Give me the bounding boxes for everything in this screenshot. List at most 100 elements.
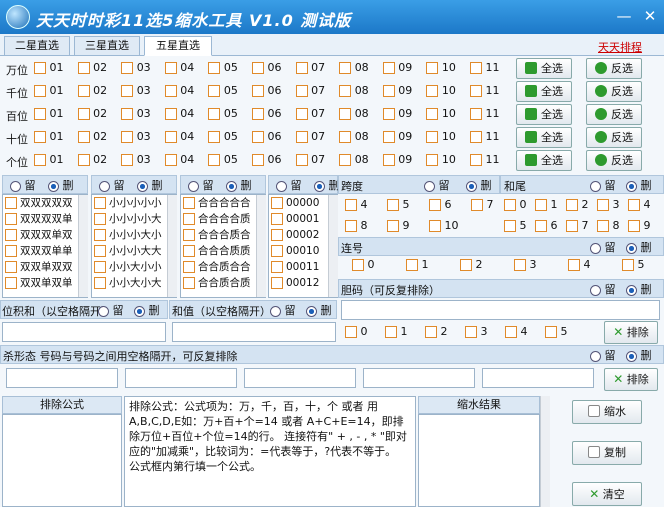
number-checkbox[interactable]: 07	[295, 84, 325, 97]
list-item[interactable]: 双双双单单	[3, 243, 87, 259]
number-checkbox[interactable]: 10	[426, 84, 456, 97]
number-checkbox[interactable]: 06	[252, 130, 282, 143]
list-item[interactable]: 00001	[269, 211, 337, 227]
consec-checkbox[interactable]: 4	[568, 258, 591, 271]
number-checkbox[interactable]: 04	[164, 130, 194, 143]
kill-delete-radio[interactable]: 删	[626, 347, 652, 363]
list-delete-radio[interactable]: 删	[314, 177, 340, 193]
kill-exclude-button[interactable]: ✕ 排除	[604, 368, 658, 391]
span-checkbox[interactable]: 7	[471, 198, 494, 211]
list-item[interactable]: 双双双单双	[3, 227, 87, 243]
consec-checkbox[interactable]: 1	[406, 258, 429, 271]
list-item[interactable]: 小小大小小	[92, 259, 176, 275]
pattern-list[interactable]: 合合合合合 合合合合质 合合合质合 合合合质质 合合质合合 合合质合质	[180, 194, 266, 298]
courage-checkbox[interactable]: 1	[385, 325, 408, 338]
kill-form-input[interactable]	[363, 368, 475, 388]
list-keep-radio[interactable]: 留	[188, 177, 214, 193]
number-checkbox[interactable]: 03	[121, 107, 151, 120]
invert-button[interactable]: 反选	[586, 127, 642, 148]
number-checkbox[interactable]: 09	[382, 130, 412, 143]
number-checkbox[interactable]: 10	[426, 153, 456, 166]
number-checkbox[interactable]: 05	[208, 130, 238, 143]
number-checkbox[interactable]: 02	[77, 107, 107, 120]
list-item[interactable]: 双双单双双	[3, 259, 87, 275]
list-item[interactable]: 双双单双单	[3, 275, 87, 291]
kill-form-input[interactable]	[244, 368, 356, 388]
number-checkbox[interactable]: 09	[382, 153, 412, 166]
list-scrollbar[interactable]	[78, 195, 88, 297]
list-item[interactable]: 00000	[269, 195, 337, 211]
sum-tail-delete-radio[interactable]: 删	[626, 177, 652, 193]
list-item[interactable]: 00010	[269, 243, 337, 259]
number-checkbox[interactable]: 07	[295, 61, 325, 74]
number-checkbox[interactable]: 05	[208, 153, 238, 166]
number-checkbox[interactable]: 03	[121, 84, 151, 97]
invert-button[interactable]: 反选	[586, 58, 642, 79]
list-delete-radio[interactable]: 删	[48, 177, 74, 193]
list-scrollbar[interactable]	[167, 195, 177, 297]
number-checkbox[interactable]: 05	[208, 61, 238, 74]
minimize-button[interactable]: —	[612, 6, 636, 26]
number-checkbox[interactable]: 05	[208, 107, 238, 120]
sumval-keep-radio[interactable]: 留	[270, 302, 296, 318]
number-checkbox[interactable]: 11	[470, 61, 500, 74]
invert-button[interactable]: 反选	[586, 150, 642, 171]
list-item[interactable]: 合合合合质	[181, 211, 265, 227]
number-checkbox[interactable]: 10	[426, 107, 456, 120]
courage-checkbox[interactable]: 2	[425, 325, 448, 338]
kill-form-input[interactable]	[125, 368, 237, 388]
pattern-list[interactable]: 小小小小小 小小小小大 小小小大小 小小小大大 小小大小小 小小大小大	[91, 194, 177, 298]
number-checkbox[interactable]: 06	[252, 61, 282, 74]
number-checkbox[interactable]: 08	[339, 61, 369, 74]
sum-tail-keep-radio[interactable]: 留	[590, 177, 616, 193]
tab-two-star[interactable]: 二星直选	[4, 36, 70, 56]
formula-input[interactable]	[2, 414, 122, 507]
list-item[interactable]: 合合质合质	[181, 275, 265, 291]
courage-keep-radio[interactable]: 留	[590, 281, 616, 297]
sum-tail-checkbox[interactable]: 7	[566, 219, 589, 232]
clear-button[interactable]: ✕ 清空	[572, 482, 642, 506]
consec-checkbox[interactable]: 3	[514, 258, 537, 271]
list-item[interactable]: 小小小小小	[92, 195, 176, 211]
number-checkbox[interactable]: 10	[426, 130, 456, 143]
consec-checkbox[interactable]: 5	[622, 258, 645, 271]
sum-tail-checkbox[interactable]: 4	[628, 198, 651, 211]
number-checkbox[interactable]: 08	[339, 84, 369, 97]
span-checkbox[interactable]: 8	[345, 219, 368, 232]
list-item[interactable]: 小小小小大	[92, 211, 176, 227]
number-checkbox[interactable]: 02	[77, 153, 107, 166]
list-item[interactable]: 双双双双单	[3, 211, 87, 227]
span-delete-radio[interactable]: 删	[466, 177, 492, 193]
number-checkbox[interactable]: 02	[77, 84, 107, 97]
invert-button[interactable]: 反选	[586, 81, 642, 102]
courage-checkbox[interactable]: 5	[545, 325, 568, 338]
number-checkbox[interactable]: 01	[34, 153, 64, 166]
posprod-delete-radio[interactable]: 删	[134, 302, 160, 318]
number-checkbox[interactable]: 08	[339, 130, 369, 143]
courage-checkbox[interactable]: 0	[345, 325, 368, 338]
select-all-button[interactable]: 全选	[516, 127, 572, 148]
list-keep-radio[interactable]: 留	[10, 177, 36, 193]
consec-keep-radio[interactable]: 留	[590, 239, 616, 255]
courage-checkbox[interactable]: 3	[465, 325, 488, 338]
number-checkbox[interactable]: 11	[470, 130, 500, 143]
number-checkbox[interactable]: 02	[77, 130, 107, 143]
list-delete-radio[interactable]: 删	[137, 177, 163, 193]
number-checkbox[interactable]: 04	[164, 61, 194, 74]
consec-delete-radio[interactable]: 删	[626, 239, 652, 255]
sum-tail-checkbox[interactable]: 0	[504, 198, 527, 211]
span-keep-radio[interactable]: 留	[424, 177, 450, 193]
list-item[interactable]: 小小大小大	[92, 275, 176, 291]
number-checkbox[interactable]: 09	[382, 84, 412, 97]
sum-tail-checkbox[interactable]: 2	[566, 198, 589, 211]
list-keep-radio[interactable]: 留	[276, 177, 302, 193]
number-checkbox[interactable]: 05	[208, 84, 238, 97]
top-link[interactable]: 天天排程	[598, 39, 642, 55]
number-checkbox[interactable]: 10	[426, 61, 456, 74]
list-scrollbar[interactable]	[328, 195, 338, 297]
list-scrollbar[interactable]	[256, 195, 266, 297]
consec-checkbox[interactable]: 2	[460, 258, 483, 271]
copy-button[interactable]: 复制	[572, 441, 642, 465]
courage-delete-radio[interactable]: 删	[626, 281, 652, 297]
sumval-input[interactable]	[172, 322, 336, 342]
